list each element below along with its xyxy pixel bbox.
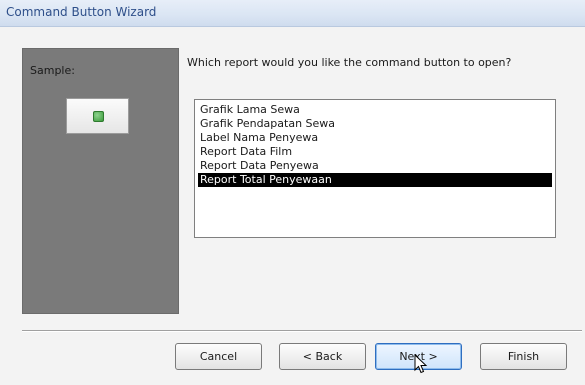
list-item-grafik-lama-sewa[interactable]: Grafik Lama Sewa	[198, 103, 552, 117]
window-title: Command Button Wizard	[6, 5, 157, 19]
finish-button[interactable]: Finish	[480, 343, 567, 370]
sample-command-button	[66, 98, 129, 134]
back-button[interactable]: < Back	[279, 343, 366, 370]
list-item-report-total-penyewaan[interactable]: Report Total Penyewaan	[198, 173, 552, 187]
mouse-pointer-icon	[414, 354, 428, 374]
list-item-label-nama-penyewa[interactable]: Label Nama Penyewa	[198, 131, 552, 145]
list-item-report-data-film[interactable]: Report Data Film	[198, 145, 552, 159]
report-listbox[interactable]: Grafik Lama Sewa Grafik Pendapatan Sewa …	[194, 99, 556, 238]
sample-preview-panel	[22, 48, 179, 314]
report-question: Which report would you like the command …	[187, 56, 512, 69]
command-button-wizard-window: Command Button Wizard Sample: Which repo…	[0, 0, 585, 385]
cancel-button[interactable]: Cancel	[175, 343, 262, 370]
list-item-grafik-pendapatan-sewa[interactable]: Grafik Pendapatan Sewa	[198, 117, 552, 131]
list-item-report-data-penyewa[interactable]: Report Data Penyewa	[198, 159, 552, 173]
green-square-icon	[93, 111, 104, 122]
title-bar[interactable]: Command Button Wizard	[0, 0, 585, 27]
button-divider	[22, 330, 582, 332]
sample-label: Sample:	[30, 64, 75, 77]
